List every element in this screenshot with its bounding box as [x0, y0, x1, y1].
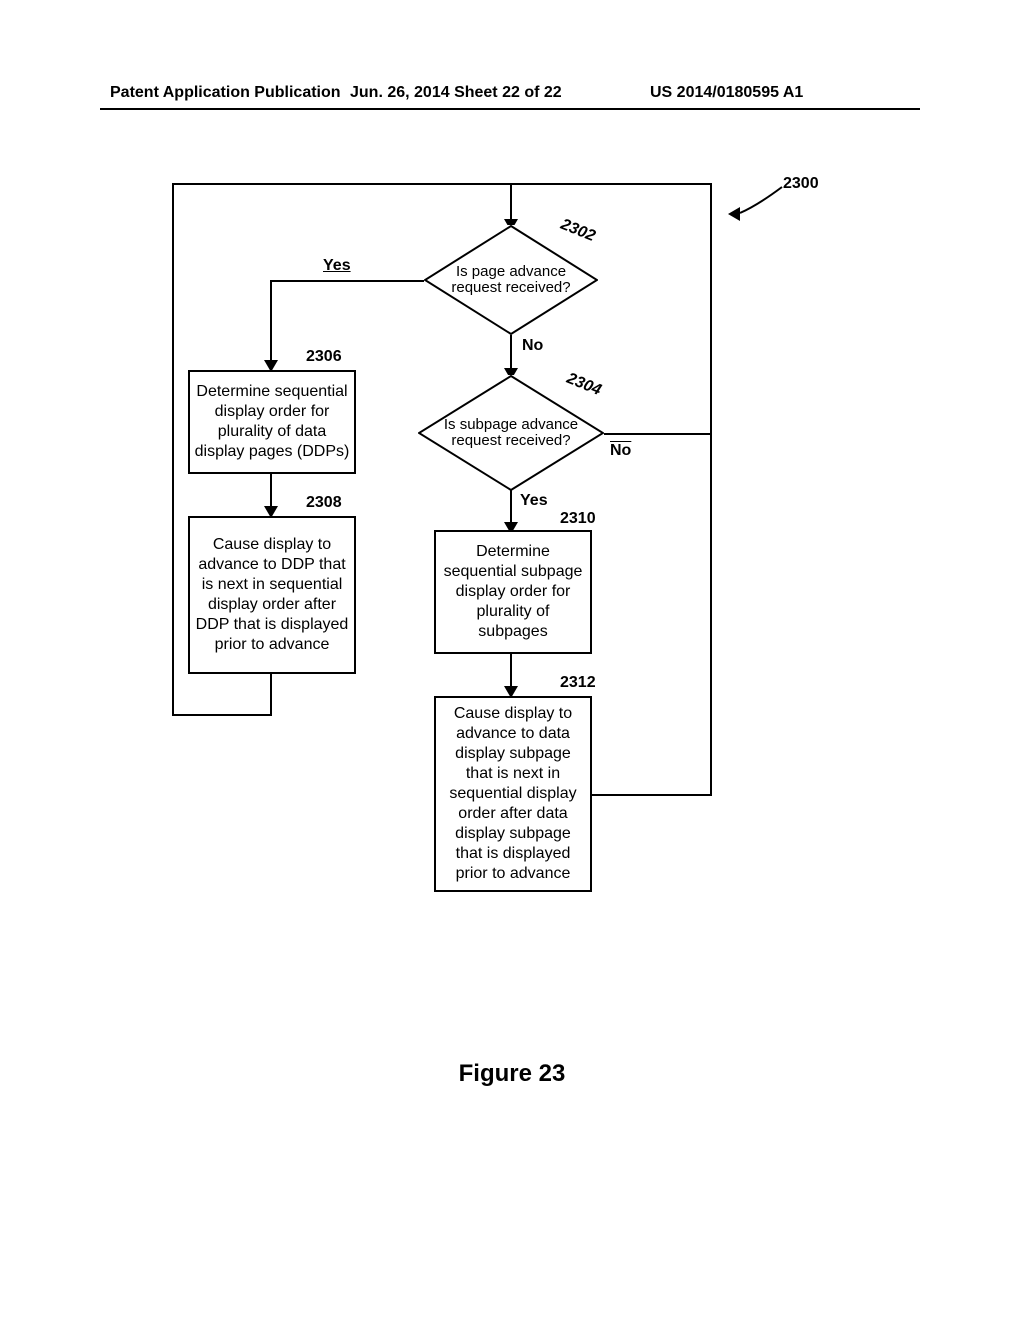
box-2306: Determine sequential display order for p…: [188, 370, 356, 474]
decision-2302: Is page advance request received?: [424, 225, 598, 335]
flowline: [604, 433, 712, 435]
flowline: [172, 714, 272, 716]
decision-2302-text: Is page advance request received?: [424, 225, 598, 335]
header-center: Jun. 26, 2014 Sheet 22 of 22: [350, 84, 562, 102]
box-2310-ref: 2310: [560, 510, 596, 528]
box-2312-text: Cause display to advance to data display…: [440, 704, 586, 884]
decision-2304-no: No: [610, 442, 631, 460]
flowline: [270, 474, 272, 508]
decision-2304: Is subpage advance request received?: [418, 375, 604, 491]
flowline: [710, 183, 712, 796]
header-rule: [100, 108, 920, 110]
pointer-arrowhead: [728, 207, 740, 221]
box-2308-text: Cause display to advance to DDP that is …: [194, 535, 350, 655]
box-2306-ref: 2306: [306, 348, 342, 366]
pointer-line: [740, 185, 785, 220]
box-2308: Cause display to advance to DDP that is …: [188, 516, 356, 674]
box-2308-ref: 2308: [306, 494, 342, 512]
diagram-ref-2300: 2300: [783, 175, 819, 193]
box-2310-text: Determine sequential subpage display ord…: [440, 542, 586, 642]
decision-2304-yes: Yes: [520, 492, 548, 510]
flowline: [270, 674, 272, 714]
flowline: [510, 654, 512, 688]
flowline: [172, 183, 174, 716]
flowline: [510, 183, 712, 185]
flowline: [510, 335, 512, 370]
figure-label: Figure 23: [0, 1060, 1024, 1088]
header-right: US 2014/0180595 A1: [650, 84, 803, 102]
decision-2302-no: No: [522, 337, 543, 355]
flowline: [270, 280, 272, 362]
box-2312-ref: 2312: [560, 674, 596, 692]
flowline: [510, 183, 512, 221]
flowline: [510, 490, 512, 524]
box-2312: Cause display to advance to data display…: [434, 696, 592, 892]
page: Patent Application Publication Jun. 26, …: [0, 0, 1024, 1320]
decision-2304-text: Is subpage advance request received?: [418, 375, 604, 491]
header-left: Patent Application Publication: [110, 84, 341, 102]
flowline: [270, 280, 424, 282]
flowline: [592, 794, 712, 796]
box-2306-text: Determine sequential display order for p…: [194, 382, 350, 462]
flowline: [172, 183, 512, 185]
box-2310: Determine sequential subpage display ord…: [434, 530, 592, 654]
decision-2302-yes: Yes: [323, 257, 351, 275]
